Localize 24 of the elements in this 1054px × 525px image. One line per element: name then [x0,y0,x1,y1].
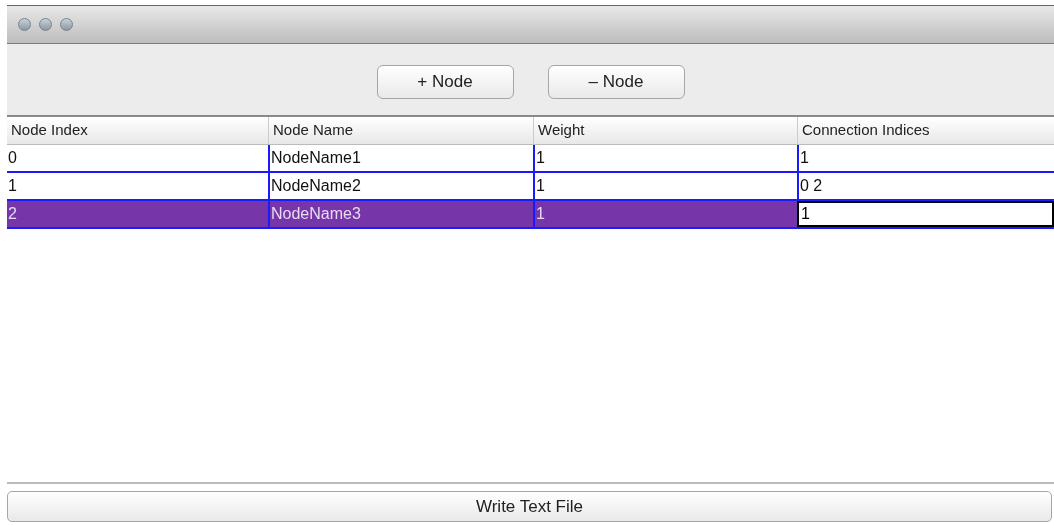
column-header[interactable]: Connection Indices [797,117,1054,144]
column-header[interactable]: Node Index [7,117,268,144]
toolbar-button[interactable]: + Node [376,64,514,99]
table-row[interactable]: 0 NodeName1 1 1 [7,145,1054,173]
table-cell-text: 0 [7,148,18,168]
toolbar-button[interactable]: – Node [547,64,685,99]
cell-editor[interactable]: 1 [797,201,1054,227]
table-cell: 1 [533,145,797,171]
table-cell: 1 [533,173,797,199]
table-row[interactable]: 1 NodeName2 1 0 2 [7,173,1054,201]
table-cell: 1 [797,145,1054,171]
table-cell: NodeName3 [268,201,533,227]
table-cell-text: 2 [7,204,18,224]
table-cell-text: 1 [7,176,18,196]
table-row[interactable]: 2 NodeName3 1 1 [7,201,1054,229]
table-cell: NodeName1 [268,145,533,171]
column-header[interactable]: Weight [533,117,797,144]
window-control-icon[interactable] [60,18,73,31]
write-file-button[interactable]: Write Text File [7,491,1052,522]
window-control-icon[interactable] [39,18,52,31]
column-header[interactable]: Node Name [268,117,533,144]
table-cell: NodeName2 [268,173,533,199]
table-cell: 0 2 [797,173,1054,199]
window-control-icon[interactable] [18,18,31,31]
